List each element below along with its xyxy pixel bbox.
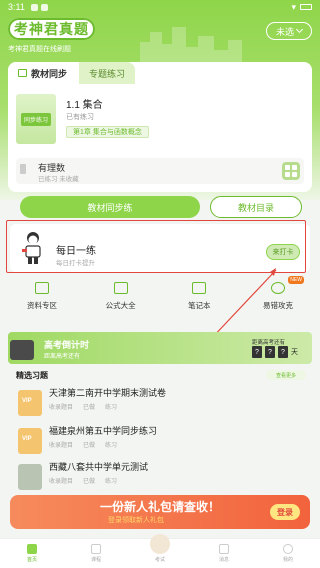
list-item[interactable]: 西藏八套共中学单元测试 收录题目 已做 练习 [18,458,308,498]
tabbar-item-messages[interactable]: 消息 [199,544,249,563]
countdown-digits: ? ? ? 天 [252,346,298,358]
banner-subtitle: 登录领取新人礼包 [108,517,164,524]
countdown-title: 高考倒计时 [44,340,90,350]
tab-textbook-sync[interactable]: 教材同步 [8,62,78,84]
free-paper-icon [18,464,42,490]
textbook-cover[interactable]: 同步练习 [16,94,56,144]
countdown-digit: ? [265,346,275,358]
textbook-contents-button[interactable]: 教材目录 [210,196,302,218]
quick-action-notebook[interactable]: 笔记本 [169,282,229,322]
student-illustration-icon [22,232,41,264]
banner-text: 一份新人礼包请查收！ [100,500,221,514]
status-time: 3:11 [8,2,25,12]
paper-title: 西藏八套共中学单元测试 [49,462,149,472]
countdown-label: 距离高考还有 [252,340,286,346]
home-icon [27,544,37,554]
quick-actions: 资料专区 公式大全 笔记本 易错攻克 NEW [12,276,308,322]
highlight-box [6,220,306,273]
subject-row[interactable]: 有理数 已练习 未收藏 [16,158,304,184]
view-more-button[interactable]: 查看更多 [266,370,306,380]
tab-bar: 教材同步 专题练习 [8,62,312,84]
vip-paper-icon: VIP [18,390,42,416]
tabbar-item-courses[interactable]: 课程 [71,544,121,563]
quick-action-mistakes[interactable]: 易错攻克 NEW [248,276,308,322]
countdown-digit: ? [278,346,288,358]
daily-title: 每日一练 [56,246,96,257]
list-item[interactable]: VIP 福建泉州第五中学同步练习 收录题目 已做 练习 [18,422,308,462]
list-item[interactable]: VIP 天津第二南开中学期末测试卷 收录题目 已做 练习 [18,384,308,424]
book-center-icon [150,534,170,554]
chevron-down-icon [295,25,304,34]
grid-icon[interactable] [282,162,300,180]
daily-subtitle: 每日打卡提升 [56,260,95,267]
tabbar-item-home[interactable]: 首页 [7,544,57,563]
notebook-icon [192,282,207,294]
book-icon [18,69,27,77]
textbook-title: 1.1 集合 [66,100,103,111]
paper-meta: 收录题目 已做 练习 [49,405,118,411]
textbook-subtitle: 已有练习 [66,114,94,121]
vip-paper-icon: VIP [18,428,42,454]
countdown-digit: ? [252,346,262,358]
textbook-practice-button[interactable]: 教材同步练 [20,196,200,218]
paper-meta: 收录题目 已做 练习 [49,443,118,449]
app-logo: 考神君真题 [8,18,95,40]
quick-action-materials[interactable]: 资料专区 [12,282,72,322]
section-title: 精选习题 [16,371,48,380]
countdown-box-icon [10,340,34,360]
chapter-chip[interactable]: 第1章 集合与函数概念 [66,126,149,138]
countdown-unit: 天 [291,349,298,356]
bookmark-icon [20,164,26,174]
bottom-tab-bar: 首页 课程 考试 消息 我的 [0,534,320,568]
new-badge: NEW [288,276,304,284]
tabbar-item-profile[interactable]: 我的 [263,544,313,563]
tabbar-item-exam[interactable]: 考试 [135,534,185,563]
app-slogan: 考神君真题在线刷题 [8,46,71,53]
formula-icon [113,282,128,294]
login-button[interactable]: 登录 [270,504,300,520]
checkin-button[interactable]: 来打卡 [266,244,300,260]
video-icon [91,544,101,554]
subject-subtitle: 已练习 未收藏 [38,176,79,183]
folder-icon [35,282,49,294]
tab-topic-practice[interactable]: 专题练习 [79,62,136,84]
status-bar: 3:11 ▾ [0,0,320,14]
quick-action-formulas[interactable]: 公式大全 [91,282,151,322]
message-icon [219,544,229,554]
notification-icon [40,3,48,11]
countdown-subtitle: 距离高考还有 [44,354,81,360]
wifi-icon: ▾ [291,1,296,12]
notification-icon [30,3,38,11]
grade-select-label: 未选 [275,26,294,37]
city-silhouette-icon [140,27,242,62]
paper-title: 天津第二南开中学期末测试卷 [49,388,167,398]
target-icon [270,282,285,294]
paper-title: 福建泉州第五中学同步练习 [49,426,158,436]
grade-select[interactable]: 未选 [266,22,312,40]
paper-meta: 收录题目 已做 练习 [49,479,118,485]
battery-icon [300,4,312,10]
user-icon [283,544,293,554]
